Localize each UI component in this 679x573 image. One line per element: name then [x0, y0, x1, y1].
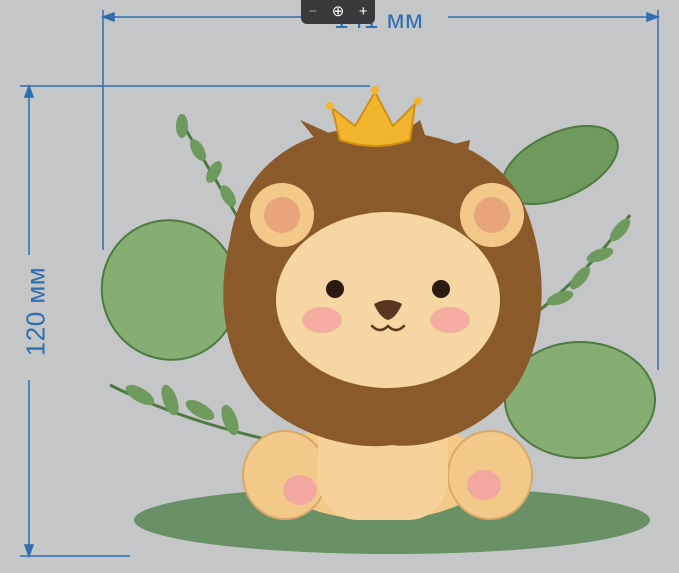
lion-cheek-right	[430, 307, 470, 333]
magnifier-icon[interactable]: ⊕	[332, 0, 345, 24]
lion-sticker-illustration	[20, 10, 661, 559]
image-viewer: 141 мм 120 мм − ⊕ +	[0, 0, 679, 573]
lion-eye-left	[326, 280, 344, 298]
height-dimension-label: 120 мм	[20, 266, 51, 357]
zoom-in-icon[interactable]: +	[359, 0, 368, 24]
zoom-out-icon[interactable]: −	[308, 0, 317, 24]
zoom-toolbar: − ⊕ +	[301, 0, 375, 24]
lion-paw-left	[242, 430, 328, 520]
lion-eye-right	[432, 280, 450, 298]
lion-crown	[330, 89, 417, 147]
lion-cheek-left	[302, 307, 342, 333]
